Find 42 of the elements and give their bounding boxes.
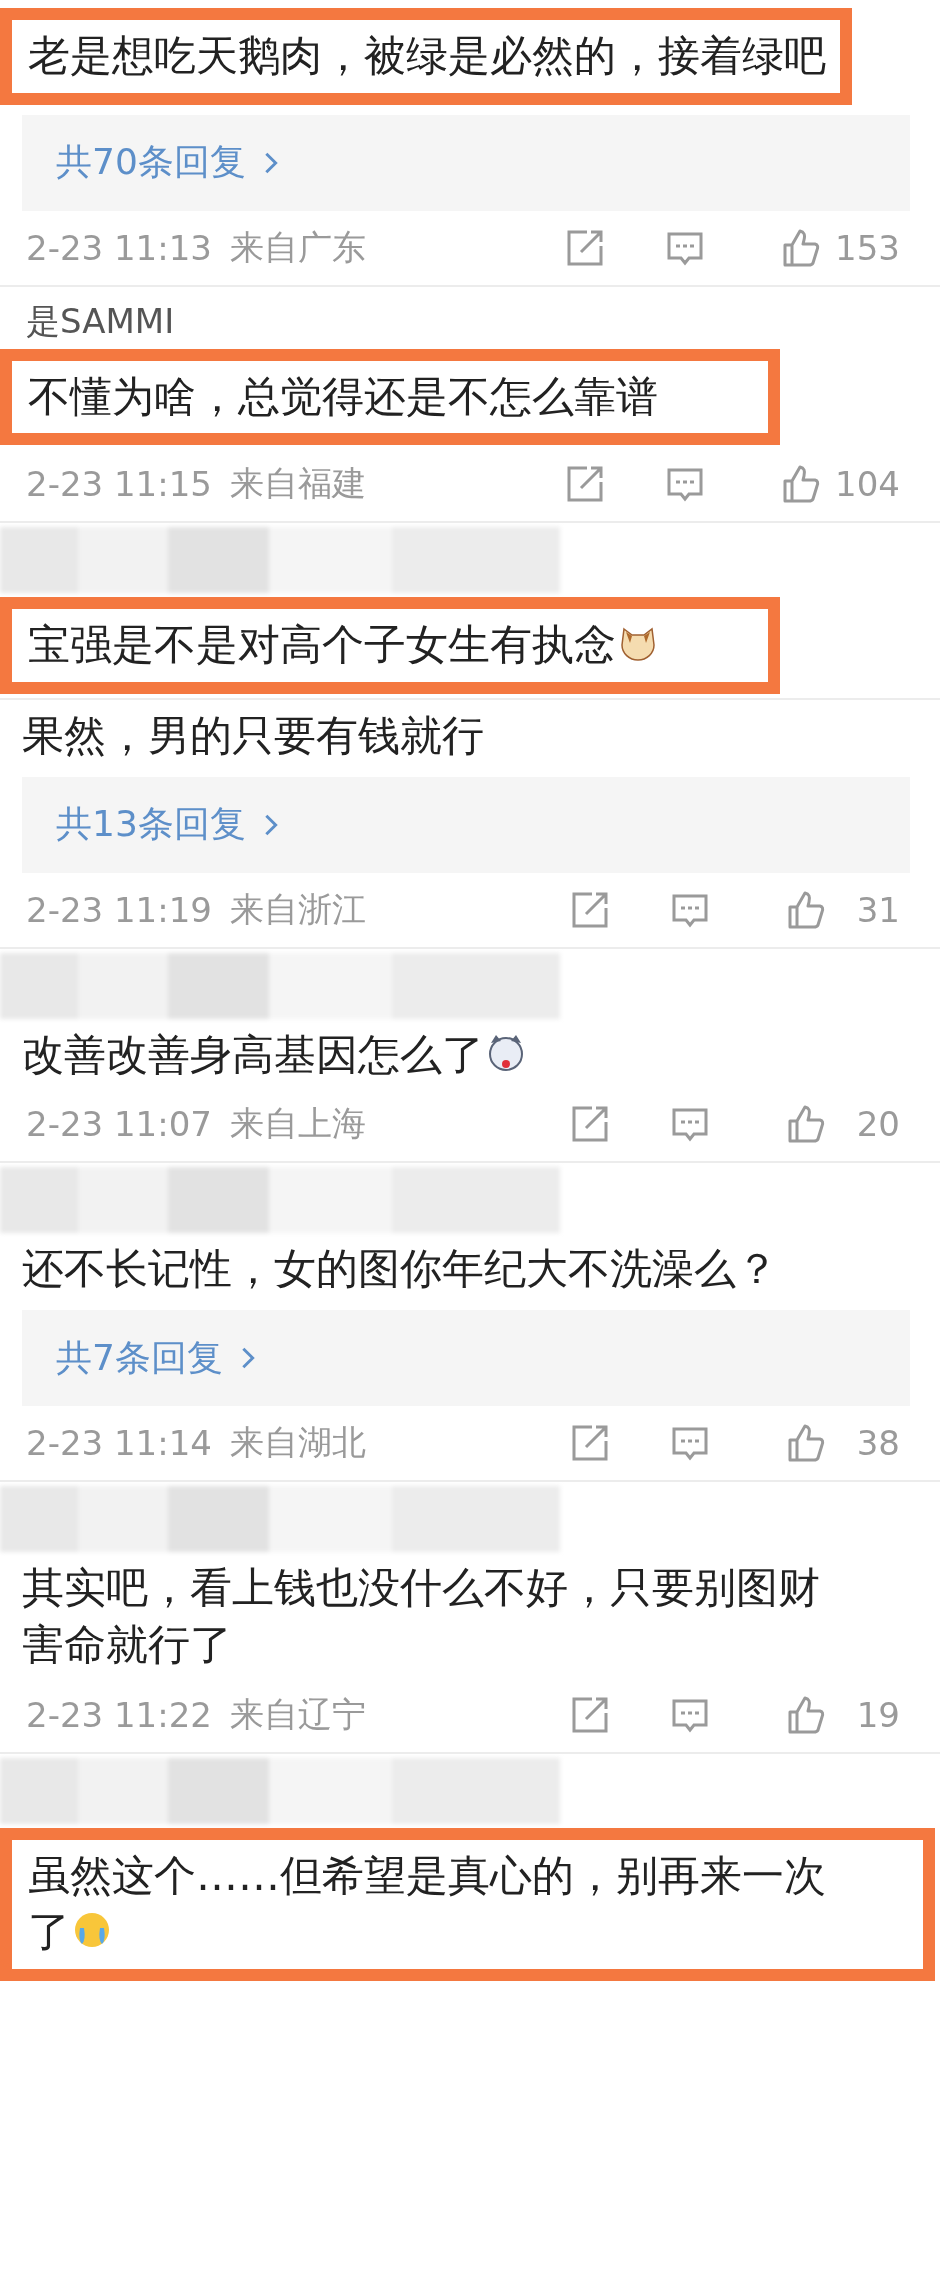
thumbs-up-icon[interactable] [786, 1104, 826, 1145]
like-count: 31 [855, 889, 900, 930]
comment-time: 2-23 11:22 [26, 1694, 212, 1735]
comment-location: 来自浙江 [229, 887, 366, 931]
comment-text: 改善改善身高基因怎么了 [0, 1022, 526, 1088]
replies-link[interactable]: 共13条回复 [22, 776, 910, 873]
chevron-icon [263, 150, 278, 175]
comment-location: 来自上海 [229, 1102, 366, 1146]
thumbs-up-icon[interactable] [781, 464, 822, 505]
comment-time: 2-23 11:07 [26, 1104, 212, 1145]
comment-text: 不懂为啥，总觉得还是不怎么靠谱 [27, 370, 658, 423]
comment-text: 宝强是不是对高个子女生有执念 [22, 613, 658, 679]
chevron-icon [240, 1346, 255, 1371]
comment-time: 2-23 11:14 [26, 1423, 212, 1464]
like-count: 38 [855, 1423, 900, 1464]
comment-time: 2-23 11:15 [26, 464, 212, 505]
comment-text: 果然，男的只要有钱就行 [21, 710, 484, 763]
comment-time: 2-23 11:13 [26, 227, 212, 268]
like-count: 20 [855, 1104, 900, 1145]
comment-location: 来自广东 [229, 225, 366, 269]
replies-link[interactable]: 共70条回复 [22, 114, 910, 211]
share-icon[interactable] [565, 464, 606, 505]
comment-location: 来自辽宁 [229, 1692, 366, 1736]
thumbs-up-icon[interactable] [786, 889, 826, 930]
replies-link[interactable]: 共7条回复 [22, 1310, 910, 1407]
comment-location: 来自湖北 [229, 1421, 366, 1465]
thumbs-up-icon[interactable] [786, 1423, 826, 1464]
comment-text: 还不长记性，女的图你年纪大不洗澡么？ [21, 1243, 778, 1296]
share-icon[interactable] [570, 1104, 610, 1145]
share-icon[interactable] [570, 1423, 610, 1464]
like-count: 19 [855, 1694, 900, 1735]
comment-location: 来自福建 [229, 462, 366, 506]
like-count: 104 [835, 464, 900, 505]
comment-text: 其实吧，看上钱也没什么不好，只要别图财害命就行了 [21, 1562, 821, 1671]
chevron-icon [263, 812, 278, 837]
username[interactable]: 是SAMMI [0, 290, 940, 349]
thumbs-up-icon[interactable] [786, 1694, 826, 1735]
comment-text: 虽然这个……但希望是真心的，别再来一次了 [27, 1849, 827, 1959]
comment-time: 2-23 11:19 [26, 889, 212, 930]
comment-text: 老是想吃天鹅肉，被绿是必然的，接着绿吧 [27, 30, 826, 82]
like-count: 153 [835, 227, 900, 268]
thumbs-up-icon[interactable] [781, 227, 822, 268]
